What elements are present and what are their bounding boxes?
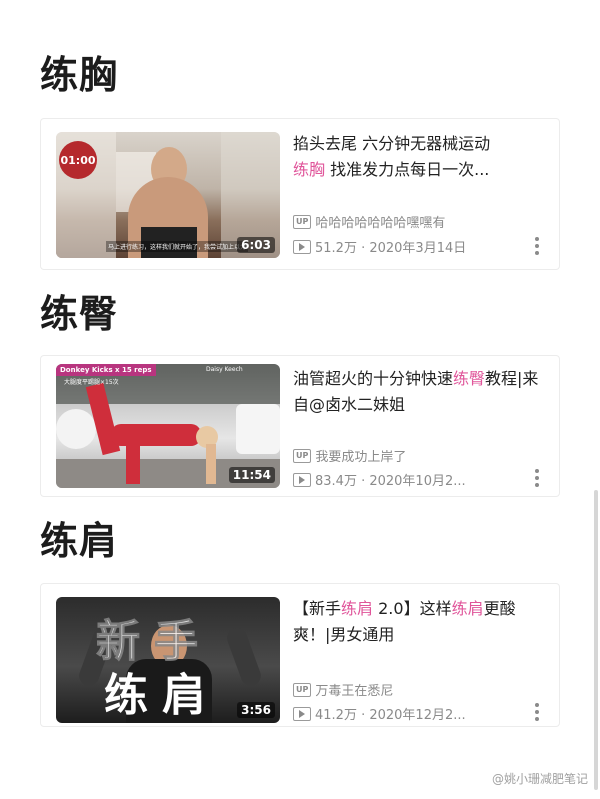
creator-name-overlay: Daisy Keech <box>206 366 243 373</box>
video-title-text: 【新手 <box>293 599 342 618</box>
stats-row: 51.2万 · 2020年3月14日 <box>293 237 466 256</box>
up-icon: UP <box>293 448 312 463</box>
uploader-name[interactable]: 万毒王在悉尼 <box>315 680 393 699</box>
video-card-chest[interactable]: 01:00 马上进行练习，这样我们就开始了，我尝试加上以力 6:03 掐头去尾 … <box>40 118 560 270</box>
video-title-highlight: 练肩 <box>451 599 484 618</box>
scrollbar[interactable] <box>594 490 598 790</box>
video-stats: 41.2万 · 2020年12月2... <box>315 708 466 723</box>
more-options-icon[interactable] <box>535 469 539 487</box>
play-count-icon <box>293 706 311 721</box>
video-title-highlight: 练胸 <box>293 160 326 179</box>
video-title[interactable]: 【新手练肩 2.0】这样练肩更酸爽！|男女通用 <box>293 596 541 648</box>
video-thumbnail[interactable]: 01:00 马上进行练习，这样我们就开始了，我尝试加上以力 6:03 <box>56 132 280 258</box>
video-title-highlight: 练肩 <box>341 599 374 618</box>
up-icon: UP <box>293 682 312 697</box>
uploader-row: UP 万毒王在悉尼 <box>293 680 393 699</box>
more-options-icon[interactable] <box>535 237 539 255</box>
video-card-glutes[interactable]: Donkey Kicks x 15 reps 大腿度平踢腿×15次 Daisy … <box>40 355 560 497</box>
thumbnail-caption: 马上进行练习，这样我们就开始了，我尝试加上以力 <box>106 241 249 252</box>
exercise-tag: Donkey Kicks x 15 reps <box>56 364 156 376</box>
up-icon: UP <box>293 214 312 229</box>
video-title-text: 2.0】这样 <box>373 599 452 618</box>
video-thumbnail[interactable]: Donkey Kicks x 15 reps 大腿度平踢腿×15次 Daisy … <box>56 364 280 488</box>
video-title-text: 掐头去尾 六分钟无器械运动 <box>293 134 491 153</box>
more-options-icon[interactable] <box>535 703 539 721</box>
stats-row: 41.2万 · 2020年12月2... <box>293 704 466 723</box>
section-title-shoulders: 练肩 <box>40 519 119 563</box>
uploader-row: UP 我要成功上岸了 <box>293 446 406 465</box>
play-count-icon <box>293 472 311 487</box>
video-thumbnail[interactable]: 新手 练肩 3:56 <box>56 597 280 723</box>
video-title[interactable]: 油管超火的十分钟快速练臀教程|来自@卤水二妹姐 <box>293 366 541 418</box>
video-title[interactable]: 掐头去尾 六分钟无器械运动 练胸 找准发力点每日一次... <box>293 131 541 183</box>
video-title-text: 油管超火的十分钟快速 <box>293 369 454 388</box>
section-title-chest: 练胸 <box>40 53 119 97</box>
uploader-name[interactable]: 哈哈哈哈哈哈哈嘿嘿有 <box>315 212 445 231</box>
video-title-highlight: 练臀 <box>453 369 486 388</box>
video-stats: 51.2万 · 2020年3月14日 <box>315 241 467 256</box>
uploader-row: UP 哈哈哈哈哈哈哈嘿嘿有 <box>293 212 445 231</box>
section-title-glutes: 练臀 <box>40 292 119 336</box>
timer-badge: 01:00 <box>59 141 97 179</box>
watermark: @姚小珊减肥笔记 <box>491 772 588 786</box>
video-duration: 11:54 <box>228 467 275 483</box>
video-stats: 83.4万 · 2020年10月2... <box>315 474 466 489</box>
stats-row: 83.4万 · 2020年10月2... <box>293 470 466 489</box>
thumbnail-headline-bottom: 练肩 <box>104 670 220 721</box>
video-card-shoulders[interactable]: 新手 练肩 3:56 【新手练肩 2.0】这样练肩更酸爽！|男女通用 UP 万毒… <box>40 583 560 727</box>
video-duration: 6:03 <box>237 237 275 253</box>
uploader-name[interactable]: 我要成功上岸了 <box>315 446 406 465</box>
video-title-text: 找准发力点每日一次... <box>325 160 490 179</box>
video-duration: 3:56 <box>237 702 275 718</box>
play-count-icon <box>293 239 311 254</box>
exercise-subtitle: 大腿度平踢腿×15次 <box>64 379 119 386</box>
